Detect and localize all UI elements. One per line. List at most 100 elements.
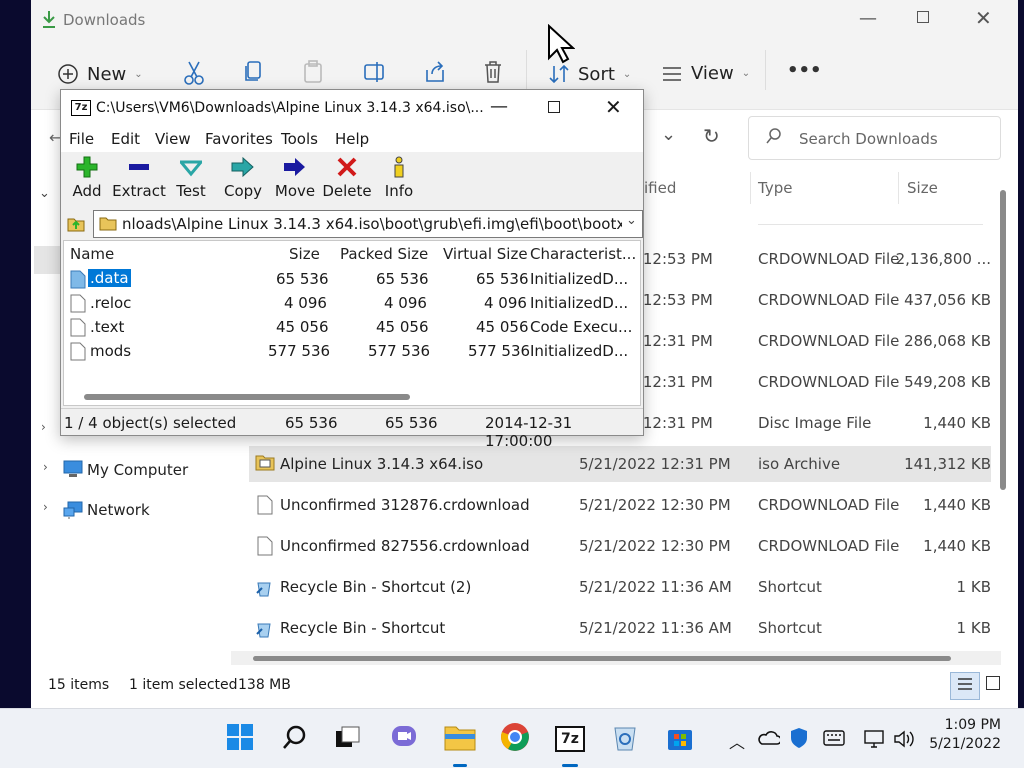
file-explorer-taskbar-button[interactable] — [440, 719, 480, 759]
tiles-view-button[interactable] — [986, 676, 1000, 690]
close-button[interactable]: ✕ — [975, 6, 992, 30]
chevron-right-icon[interactable]: › — [41, 420, 46, 434]
archive-row-size: 65 536 — [276, 270, 329, 288]
menu-file[interactable]: File — [69, 130, 94, 148]
file-size: 549,208 KB — [904, 373, 991, 391]
file-row-selected[interactable]: Alpine Linux 3.14.3 x64.iso 5/21/2022 12… — [249, 446, 991, 482]
view-button[interactable]: View ⌄ — [661, 63, 750, 84]
security-shield-icon[interactable] — [789, 727, 809, 753]
info-button[interactable]: Info — [371, 152, 427, 200]
store-taskbar-button[interactable] — [660, 719, 700, 759]
network-status-icon[interactable] — [863, 729, 885, 753]
chevron-down-icon: ⌄ — [622, 68, 632, 80]
chevron-down-icon[interactable]: ⌄ — [626, 213, 637, 228]
extract-label: Extract — [112, 182, 166, 200]
cut-icon[interactable] — [183, 60, 205, 90]
archive-row[interactable]: .data 65 536 65 536 65 536 InitializedD.… — [66, 267, 640, 291]
share-icon[interactable] — [424, 60, 446, 88]
file-row[interactable]: Unconfirmed 827556.crdownload 5/21/2022 … — [249, 528, 991, 564]
delete-button[interactable]: Delete — [319, 152, 375, 200]
column-header-size[interactable]: Size — [907, 179, 938, 197]
menu-help[interactable]: Help — [335, 130, 369, 148]
menu-tools[interactable]: Tools — [281, 130, 318, 148]
archive-path-text: nloads\Alpine Linux 3.14.3 x64.iso\boot\… — [122, 215, 622, 233]
copy-button[interactable]: Copy — [215, 152, 271, 200]
delete-icon[interactable] — [483, 60, 503, 88]
file-type: CRDOWNLOAD File — [758, 373, 900, 391]
chrome-taskbar-button[interactable] — [495, 719, 535, 759]
details-view-button[interactable] — [950, 672, 980, 700]
file-size: 286,068 KB — [904, 332, 991, 350]
column-header-type[interactable]: Type — [758, 179, 792, 197]
chevron-down-icon[interactable]: ⌄ — [661, 124, 676, 145]
nav-item-my-computer[interactable]: › My Computer — [41, 458, 231, 482]
onedrive-icon[interactable] — [758, 729, 782, 751]
archive-row-name: .reloc — [90, 294, 132, 312]
view-label: View — [691, 63, 734, 84]
column-header-packed-size[interactable]: Packed Size — [340, 245, 428, 263]
minimize-button[interactable]: — — [490, 96, 508, 117]
test-button[interactable]: Test — [163, 152, 219, 200]
copy-icon[interactable] — [244, 60, 264, 88]
close-button[interactable]: ✕ — [605, 95, 622, 119]
archive-row-name: mods — [90, 342, 132, 360]
chevron-up-icon[interactable]: ︿ — [729, 729, 745, 753]
file-name: Unconfirmed 827556.crdownload — [280, 537, 530, 555]
file-row[interactable]: Unconfirmed 312876.crdownload 5/21/2022 … — [249, 487, 991, 523]
maximize-button[interactable] — [548, 101, 560, 113]
7zip-taskbar-button[interactable]: 7z — [550, 719, 590, 759]
search-taskbar-button[interactable] — [275, 719, 315, 759]
more-options-button[interactable]: ••• — [787, 60, 822, 81]
taskbar: 7z ︿ 1:09 PM 5/21/2022 — [0, 708, 1024, 768]
column-header-characteristics[interactable]: Characterist... — [530, 245, 636, 263]
search-icon — [765, 127, 783, 149]
item-count: 15 items — [48, 677, 110, 693]
menu-edit[interactable]: Edit — [111, 130, 140, 148]
nav-item-network[interactable]: › Network — [41, 498, 231, 522]
volume-icon[interactable] — [893, 729, 915, 753]
rename-icon[interactable] — [363, 60, 387, 88]
chat-button[interactable] — [384, 719, 424, 759]
move-button[interactable]: Move — [267, 152, 323, 200]
task-view-button[interactable] — [328, 719, 368, 759]
sort-label: Sort — [578, 63, 615, 85]
minimize-button[interactable]: — — [859, 8, 877, 29]
keyboard-icon[interactable] — [823, 730, 845, 750]
extract-button[interactable]: Extract — [111, 152, 167, 200]
recycle-bin-icon — [612, 722, 638, 756]
start-button[interactable] — [220, 719, 260, 759]
column-header-name[interactable]: Name — [70, 245, 114, 263]
archive-row-virtual: 65 536 — [476, 270, 529, 288]
extract-icon — [111, 152, 167, 182]
file-row[interactable]: Recycle Bin - Shortcut (2) 5/21/2022 11:… — [249, 569, 991, 605]
up-folder-icon[interactable] — [67, 214, 85, 236]
vertical-scrollbar-thumb[interactable] — [1000, 190, 1006, 490]
column-header-virtual-size[interactable]: Virtual Size — [443, 245, 528, 263]
search-box[interactable]: Search Downloads — [748, 116, 1001, 160]
column-header-modified[interactable]: ified — [644, 179, 676, 197]
horizontal-scrollbar-thumb[interactable] — [253, 656, 951, 661]
maximize-button[interactable] — [917, 11, 929, 23]
explorer-title: Downloads — [63, 11, 146, 29]
archive-row[interactable]: .reloc 4 096 4 096 4 096 InitializedD... — [66, 291, 640, 315]
file-type: CRDOWNLOAD File — [758, 537, 900, 555]
chevron-down-icon[interactable]: ⌄ — [39, 186, 50, 201]
view-lines-icon — [661, 65, 683, 83]
header-underline — [758, 224, 983, 225]
clock[interactable]: 1:09 PM 5/21/2022 — [925, 717, 1015, 761]
archive-row[interactable]: mods 577 536 577 536 577 536 Initialized… — [66, 339, 640, 363]
menu-view[interactable]: View — [155, 130, 191, 148]
add-button[interactable]: Add — [59, 152, 115, 200]
archive-row[interactable]: .text 45 056 45 056 45 056 Code Execu... — [66, 315, 640, 339]
column-header-size[interactable]: Size — [289, 245, 320, 263]
recycle-bin-taskbar-button[interactable] — [605, 719, 645, 759]
new-button[interactable]: New ⌄ — [57, 63, 143, 85]
horizontal-scrollbar[interactable] — [231, 651, 1001, 665]
7zip-title: C:\Users\VM6\Downloads\Alpine Linux 3.14… — [96, 100, 484, 116]
file-row[interactable]: Recycle Bin - Shortcut 5/21/2022 11:36 A… — [249, 610, 991, 646]
paste-icon[interactable] — [303, 60, 323, 88]
refresh-icon[interactable]: ↻ — [703, 124, 720, 148]
archive-path-field[interactable]: nloads\Alpine Linux 3.14.3 x64.iso\boot\… — [93, 210, 643, 238]
horizontal-scrollbar-thumb[interactable] — [84, 394, 410, 400]
menu-favorites[interactable]: Favorites — [205, 130, 273, 148]
